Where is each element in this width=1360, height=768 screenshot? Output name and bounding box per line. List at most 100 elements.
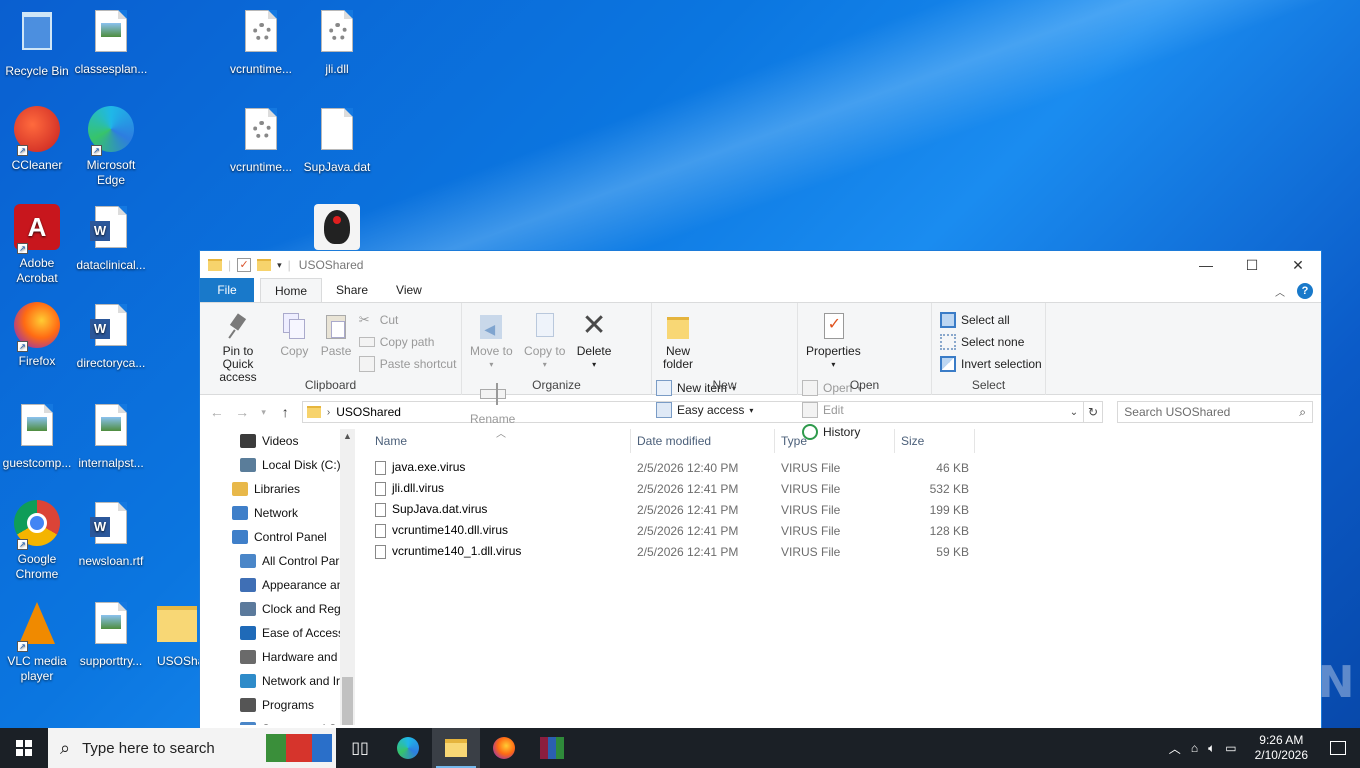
nav-item[interactable]: Network and Ir: [232, 669, 355, 693]
forward-arrow-icon[interactable]: →: [233, 404, 250, 420]
volume-icon[interactable]: 🔈︎: [1208, 741, 1215, 756]
nav-item[interactable]: Local Disk (C:): [232, 453, 355, 477]
column-header-size[interactable]: Size: [895, 429, 975, 453]
refresh-icon[interactable]: ↻: [1083, 401, 1104, 423]
column-header-type[interactable]: Type: [775, 429, 895, 453]
delete-button[interactable]: ✕ Delete ▾: [573, 307, 616, 375]
clock[interactable]: 9:26 AM 2/10/2026: [1247, 733, 1316, 763]
select-all-button[interactable]: Select all: [940, 309, 1042, 331]
tab-home[interactable]: Home: [260, 278, 323, 302]
desktop-icon-supjava-dat[interactable]: SupJava.dat: [300, 106, 374, 175]
paste-button[interactable]: Paste: [317, 307, 356, 362]
desktop-icon-internalpst[interactable]: internalpst...: [74, 402, 148, 471]
nav-item[interactable]: Appearance an: [232, 573, 355, 597]
desktop-icon-recycle-bin[interactable]: Recycle Bin: [0, 8, 74, 79]
minimize-button[interactable]: —: [1183, 251, 1229, 279]
task-view-button[interactable]: ▯▯: [336, 728, 384, 768]
nav-item[interactable]: Network: [232, 501, 355, 525]
taskbar-search-box[interactable]: ⌕ Type here to search: [48, 728, 336, 768]
move-to-button[interactable]: ◀ Move to ▾: [466, 307, 517, 375]
up-arrow-icon[interactable]: ↑: [276, 404, 293, 420]
desktop-icon-newsloan[interactable]: W newsloan.rtf: [74, 500, 148, 569]
back-arrow-icon[interactable]: ←: [208, 404, 225, 420]
nav-item[interactable]: Clock and Regi: [232, 597, 355, 621]
desktop-icon-vcruntime-2[interactable]: vcruntime...: [224, 106, 298, 175]
desktop-icon-java-app[interactable]: [300, 204, 374, 256]
nav-item[interactable]: All Control Par: [232, 549, 355, 573]
nav-item[interactable]: Programs: [232, 693, 355, 717]
file-icon: [375, 481, 386, 496]
cell-type: VIRUS File: [775, 503, 895, 517]
tab-view[interactable]: View: [382, 278, 436, 302]
edit-button[interactable]: Edit: [802, 399, 861, 421]
desktop-icon-vcruntime-1[interactable]: vcruntime...: [224, 8, 298, 77]
taskbar-file-explorer[interactable]: [432, 728, 480, 768]
select-none-button[interactable]: Select none: [940, 331, 1042, 353]
desktop-icon-directoryca[interactable]: W directoryca...: [74, 302, 148, 371]
cut-button[interactable]: ✂ Cut: [359, 309, 457, 331]
breadcrumb-usoshared[interactable]: USOShared: [336, 405, 401, 419]
nav-item[interactable]: Ease of Access: [232, 621, 355, 645]
desktop-icon-firefox[interactable]: ↗ Firefox: [0, 302, 74, 369]
close-button[interactable]: ✕: [1275, 251, 1321, 279]
new-folder-icon[interactable]: [257, 259, 272, 271]
show-hidden-icons-chevron-icon[interactable]: ︿: [1169, 740, 1181, 757]
nav-item[interactable]: Libraries: [232, 477, 355, 501]
scrollbar-thumb[interactable]: [342, 677, 353, 725]
desktop-icon-dataclinical[interactable]: W dataclinical...: [74, 204, 148, 273]
table-row[interactable]: vcruntime140.dll.virus 2/5/2026 12:41 PM V…: [369, 520, 1321, 541]
table-row[interactable]: java.exe.virus 2/5/2026 12:40 PM VIRUS Fil…: [369, 457, 1321, 478]
invert-selection-button[interactable]: Invert selection: [940, 353, 1042, 375]
desktop-icon-jli-dll[interactable]: jli.dll: [300, 8, 374, 77]
notifications-icon[interactable]: [1330, 741, 1346, 755]
pin-to-quick-access-button[interactable]: Pin to Quick access: [204, 307, 272, 388]
tab-share[interactable]: Share: [322, 278, 382, 302]
taskbar-edge[interactable]: [384, 728, 432, 768]
taskbar-firefox[interactable]: [480, 728, 528, 768]
network-status-icon[interactable]: ⌂: [1191, 741, 1198, 755]
desktop-icon-supporttry[interactable]: supporttry...: [74, 600, 148, 669]
folder-icon: [208, 259, 222, 271]
new-folder-button[interactable]: New folder: [656, 307, 700, 375]
table-row[interactable]: SupJava.dat.virus 2/5/2026 12:41 PM VIRUS …: [369, 499, 1321, 520]
address-dropdown-icon[interactable]: ⌄: [1065, 407, 1083, 418]
copy-to-button[interactable]: Copy to ▾: [520, 307, 569, 375]
properties-check-icon[interactable]: ✓: [237, 258, 252, 272]
easy-access-button[interactable]: Easy access ▾: [656, 399, 753, 421]
start-button[interactable]: [0, 728, 48, 768]
table-row[interactable]: vcruntime140_1.dll.virus 2/5/2026 12:41 P…: [369, 541, 1321, 562]
column-header-date-modified[interactable]: Date modified: [631, 429, 775, 453]
desktop-icon-vlc[interactable]: ↗ VLC media player: [0, 600, 74, 684]
recent-locations-chevron-icon[interactable]: ▾: [259, 407, 269, 418]
nav-item[interactable]: Control Panel: [232, 525, 355, 549]
paste-shortcut-button[interactable]: Paste shortcut: [358, 353, 456, 375]
desktop-icon-guestcomp[interactable]: guestcomp...: [0, 402, 74, 471]
scroll-up-icon[interactable]: ▲: [340, 431, 355, 441]
customize-toolbar-chevron-icon[interactable]: ▾: [277, 260, 282, 271]
collapse-ribbon-icon[interactable]: ︿: [1275, 284, 1285, 299]
breadcrumb-separator-icon[interactable]: ›: [327, 407, 330, 418]
copy-button[interactable]: Copy: [275, 307, 313, 362]
taskbar-winrar[interactable]: [528, 728, 576, 768]
vlc-icon: ↗: [13, 602, 61, 652]
desktop-icon-usoshared-folder[interactable]: USOSha: [148, 600, 200, 669]
nav-item[interactable]: System and S: [232, 717, 355, 725]
desktop-icon-chrome[interactable]: ↗ Google Chrome: [0, 500, 74, 582]
nav-item[interactable]: Hardware and: [232, 645, 355, 669]
desktop-icon-edge[interactable]: ↗ Microsoft Edge: [74, 106, 148, 188]
title-bar[interactable]: | ✓ ▾ | USOShared — ☐ ✕: [200, 251, 1321, 279]
help-icon[interactable]: ?: [1297, 283, 1313, 299]
input-method-icon[interactable]: ▭: [1225, 741, 1236, 755]
desktop-icon-ccleaner[interactable]: ↗ CCleaner: [0, 106, 74, 173]
tab-file[interactable]: File: [200, 278, 254, 302]
desktop-icon-classesplan[interactable]: classesplan...: [74, 8, 148, 77]
nav-item[interactable]: Videos: [232, 429, 355, 453]
copy-path-button[interactable]: Copy path: [358, 331, 457, 353]
desktop-icon-adobe-acrobat[interactable]: A ↗ Adobe Acrobat: [0, 204, 74, 286]
search-box[interactable]: Search USOShared ⌕: [1117, 401, 1314, 423]
copy-icon: [279, 311, 309, 341]
nav-scrollbar[interactable]: ▲: [340, 429, 355, 725]
properties-button[interactable]: ✓ Properties ▾: [802, 307, 865, 375]
table-row[interactable]: jli.dll.virus 2/5/2026 12:41 PM VIRUS File…: [369, 478, 1321, 499]
maximize-button[interactable]: ☐: [1229, 251, 1275, 279]
